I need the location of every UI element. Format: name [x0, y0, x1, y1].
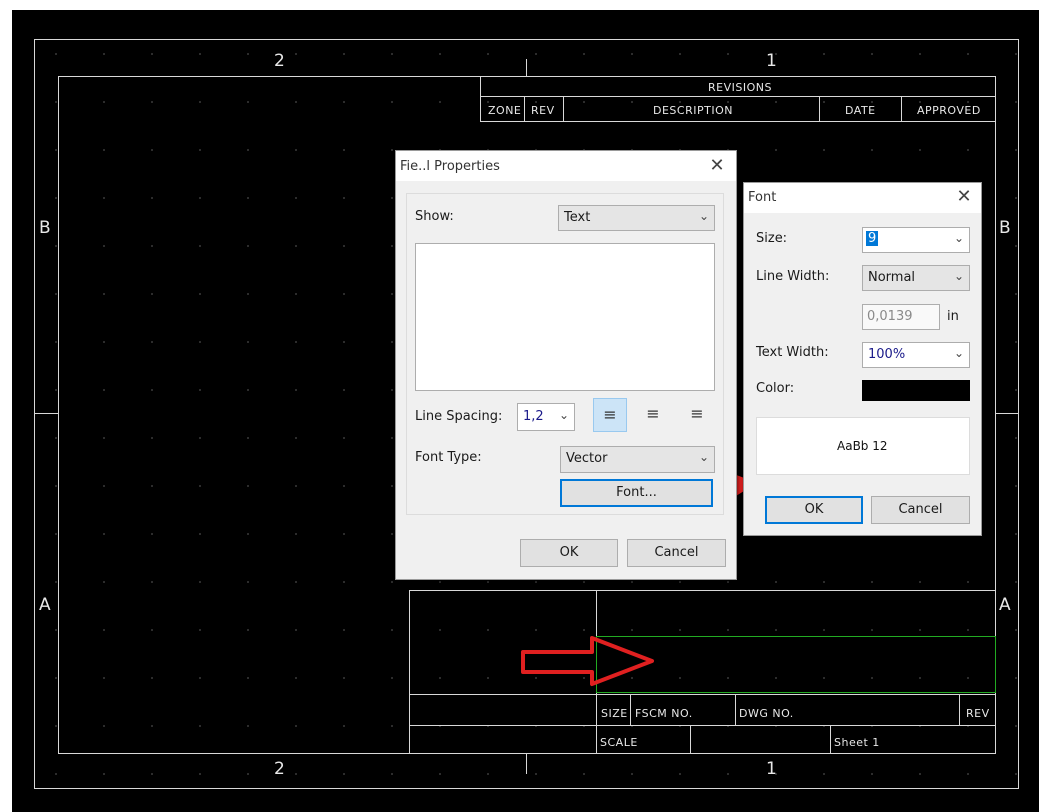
font-dialog: Font ✕ Size: 9 ⌄ Line Width: Normal ⌄ 0,…	[743, 182, 982, 536]
size-dropdown[interactable]: 9 ⌄	[862, 227, 970, 253]
line-width-label: Line Width:	[756, 269, 830, 284]
unit-label: in	[947, 309, 959, 324]
zone-top-1: 1	[766, 51, 777, 71]
title-block-divider-h1	[409, 694, 996, 695]
field-properties-cancel-button[interactable]: Cancel	[627, 539, 726, 567]
outer-border-top	[34, 39, 1019, 40]
title-block-divider-h2	[409, 725, 996, 726]
zone-right-b: B	[999, 218, 1011, 238]
color-swatch[interactable]	[862, 380, 970, 401]
revisions-title: REVISIONS	[708, 81, 772, 94]
line-spacing-dropdown[interactable]: 1,2 ⌄	[517, 403, 575, 431]
font-type-dropdown[interactable]: Vector ⌄	[560, 446, 715, 473]
font-dialog-titlebar[interactable]: Font ✕	[744, 183, 981, 213]
show-value: Text	[564, 210, 591, 225]
align-center-button[interactable]: ≡	[636, 398, 670, 432]
text-width-value: 100%	[868, 347, 906, 362]
inner-border-left	[58, 76, 59, 754]
selected-field-highlight[interactable]	[596, 636, 996, 693]
size-value: 9	[866, 231, 879, 246]
title-block-size-sep	[596, 694, 597, 754]
sheet-label: Sheet 1	[834, 736, 880, 749]
zone-bottom-2: 2	[274, 759, 285, 779]
align-right-button[interactable]: ≡	[680, 398, 714, 432]
cancel-label: Cancel	[654, 545, 699, 560]
zone-tick-right	[996, 413, 1018, 414]
color-label: Color:	[756, 381, 795, 396]
zone-top-2: 2	[274, 51, 285, 71]
line-width-dropdown[interactable]: Normal ⌄	[862, 265, 970, 291]
revisions-zone-header: ZONE	[488, 104, 522, 117]
font-button-label: Font...	[616, 485, 657, 500]
title-block-scale-sep	[690, 725, 691, 754]
zone-right-a: A	[999, 595, 1011, 615]
line-width-value: Normal	[868, 270, 916, 285]
outer-border-bottom	[34, 788, 1019, 789]
ok-label: OK	[559, 545, 579, 560]
zone-tick-left	[35, 413, 58, 414]
zone-bottom-1: 1	[766, 759, 777, 779]
outer-border-left	[34, 39, 35, 789]
revisions-approved-header: APPROVED	[917, 104, 981, 117]
line-spacing-label: Line Spacing:	[415, 409, 503, 424]
revisions-date-header: DATE	[845, 104, 876, 117]
show-label: Show:	[415, 209, 454, 224]
font-type-label: Font Type:	[415, 450, 482, 465]
zone-left-a: A	[39, 595, 51, 615]
align-left-icon: ≡	[603, 405, 617, 424]
zone-left-b: B	[39, 218, 51, 238]
chevron-down-icon: ⌄	[558, 408, 569, 422]
font-dialog-title: Font	[748, 190, 777, 205]
title-block-fscm-sep	[630, 694, 631, 726]
field-properties-dialog: Fie..l Properties ✕ Show: Text ⌄ Line Sp…	[395, 150, 737, 580]
title-block-rev-sep	[959, 694, 960, 726]
fscm-label: FSCM NO.	[635, 707, 693, 720]
font-preview-box: AaBb 12	[756, 417, 970, 475]
field-properties-title: Fie..l Properties	[400, 159, 500, 174]
close-icon[interactable]: ✕	[706, 155, 728, 176]
close-icon[interactable]: ✕	[953, 186, 975, 207]
chevron-down-icon: ⌄	[698, 209, 709, 223]
line-width-number: 0,0139	[867, 309, 913, 324]
size-label: SIZE	[601, 707, 628, 720]
rev-label: REV	[966, 707, 990, 720]
text-width-dropdown[interactable]: 100% ⌄	[862, 342, 970, 368]
field-text-area[interactable]	[415, 243, 715, 391]
align-left-button[interactable]: ≡	[593, 398, 627, 432]
chevron-down-icon: ⌄	[698, 450, 709, 464]
size-label: Size:	[756, 231, 788, 246]
chevron-down-icon: ⌄	[953, 346, 964, 360]
title-block-sheet-sep	[830, 725, 831, 754]
cancel-label: Cancel	[898, 502, 943, 517]
zone-tick-bottom	[526, 754, 527, 774]
font-type-value: Vector	[566, 451, 608, 466]
title-block-dwg-sep	[735, 694, 736, 726]
scale-label: SCALE	[600, 736, 638, 749]
text-width-label: Text Width:	[756, 345, 829, 360]
show-dropdown[interactable]: Text ⌄	[558, 205, 715, 231]
revisions-rev-header: REV	[531, 104, 555, 117]
font-preview-text: AaBb 12	[837, 439, 888, 453]
dwg-label: DWG NO.	[739, 707, 794, 720]
field-properties-titlebar[interactable]: Fie..l Properties ✕	[396, 151, 736, 181]
chevron-down-icon: ⌄	[953, 231, 964, 245]
align-right-icon: ≡	[690, 404, 704, 423]
align-center-icon: ≡	[646, 404, 660, 423]
field-properties-ok-button[interactable]: OK	[520, 539, 618, 567]
revisions-description-header: DESCRIPTION	[653, 104, 733, 117]
zone-tick-top	[526, 59, 527, 76]
font-ok-button[interactable]: OK	[765, 496, 863, 524]
line-width-number-input[interactable]: 0,0139	[862, 304, 940, 330]
chevron-down-icon: ⌄	[953, 269, 964, 283]
outer-border-right	[1018, 39, 1019, 789]
ok-label: OK	[804, 502, 824, 517]
line-spacing-value: 1,2	[523, 409, 544, 424]
font-cancel-button[interactable]: Cancel	[871, 496, 970, 524]
font-button[interactable]: Font...	[560, 479, 713, 507]
